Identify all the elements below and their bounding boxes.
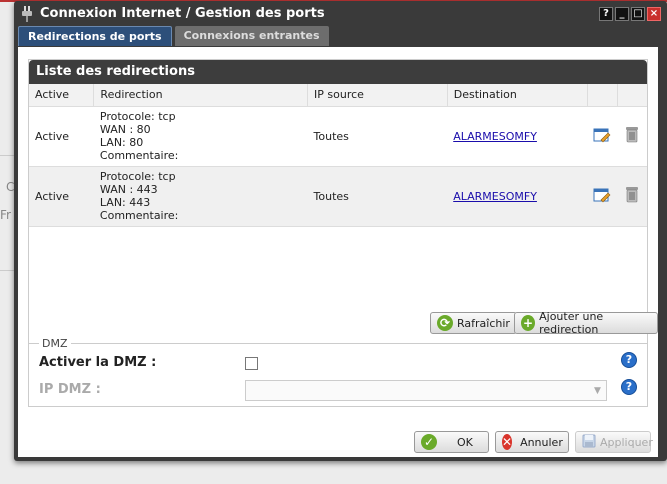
destination-link[interactable]: ALARMESOMFY — [453, 130, 537, 143]
refresh-icon: ⟳ — [437, 315, 453, 331]
destination-link[interactable]: ALARMESOMFY — [453, 190, 537, 203]
column-header-active: Active — [29, 84, 95, 107]
window-titlebar[interactable]: Connexion Internet / Gestion des ports — [14, 1, 667, 26]
maximize-button[interactable]: □ — [631, 7, 645, 21]
row-active: Active — [29, 166, 94, 227]
ok-button[interactable]: ✓ OK — [414, 431, 489, 453]
row-active: Active — [29, 106, 94, 167]
redirections-header: Liste des redirections — [29, 60, 647, 84]
redirections-table: Active Redirection IP source Destination… — [29, 84, 647, 227]
trash-icon[interactable] — [625, 127, 639, 146]
apply-label: Appliquer — [600, 435, 653, 449]
tab-content: Liste des redirections Active Redirectio… — [18, 47, 658, 457]
row-protocol: Protocole: tcp — [99, 110, 176, 123]
check-icon: ✓ — [421, 434, 437, 450]
apply-button[interactable]: Appliquer — [575, 431, 653, 453]
row-edit-cell — [587, 166, 618, 227]
dialog-window: Connexion Internet / Gestion des ports ?… — [14, 1, 667, 461]
help-icon[interactable]: ? — [621, 379, 637, 395]
chevron-down-icon: ▼ — [594, 385, 601, 396]
dmz-enable-label: Activer la DMZ : — [39, 355, 157, 370]
close-button[interactable]: × — [647, 7, 661, 21]
row-comment: Commentaire: — [99, 209, 179, 222]
column-header-redirection: Redirection — [93, 84, 309, 107]
column-header-ip-source: IP source — [307, 84, 448, 107]
table-row: Active Protocole: tcp WAN : 443 LAN: 443… — [29, 166, 647, 227]
window-controls: ? _ □ × — [599, 7, 661, 21]
column-header-destination: Destination — [447, 84, 588, 107]
cancel-icon: ✕ — [502, 434, 513, 450]
row-ip-source: Toutes — [307, 106, 448, 167]
redirections-panel: Liste des redirections Active Redirectio… — [28, 59, 648, 344]
row-protocol: Protocole: tcp — [99, 170, 176, 183]
row-destination-cell: ALARMESOMFY — [447, 166, 588, 227]
table-row: Active Protocole: tcp WAN : 80 LAN: 80 C… — [29, 106, 647, 167]
minimize-button[interactable]: _ — [615, 7, 629, 21]
add-redirection-label: Ajouter une redirection — [539, 310, 604, 336]
table-header-row: Active Redirection IP source Destination — [29, 84, 647, 107]
dmz-ip-select[interactable]: ▼ — [245, 380, 607, 401]
row-delete-cell — [617, 106, 647, 167]
row-redirection: Protocole: tcp WAN : 443 LAN: 443 Commen… — [93, 166, 308, 227]
tab-bar: Redirections de ports Connexions entrant… — [18, 26, 329, 46]
row-wan: WAN : 80 — [99, 123, 151, 136]
background-divider — [0, 270, 14, 271]
refresh-button[interactable]: ⟳ Rafraîchir — [430, 312, 517, 334]
cancel-label: Annuler — [520, 435, 563, 449]
trash-icon[interactable] — [625, 187, 639, 206]
row-delete-cell — [617, 166, 647, 227]
dmz-ip-label: IP DMZ : — [39, 382, 101, 397]
ok-label: OK — [457, 435, 473, 449]
add-icon: + — [521, 315, 536, 331]
background-divider — [0, 155, 14, 156]
row-lan: LAN: 80 — [99, 136, 144, 149]
dmz-fieldset: DMZ Activer la DMZ : ? IP DMZ : ▼ ? — [28, 337, 648, 407]
background-fragment: Fr — [0, 208, 11, 222]
edit-icon[interactable] — [593, 128, 611, 146]
row-edit-cell — [587, 106, 618, 167]
tab-incoming-connections[interactable]: Connexions entrantes — [174, 26, 329, 46]
save-icon — [582, 434, 596, 451]
refresh-label: Rafraîchir — [457, 316, 510, 330]
help-icon[interactable]: ? — [621, 352, 637, 368]
row-comment: Commentaire: — [99, 149, 179, 162]
add-redirection-button[interactable]: + Ajouter une redirection — [514, 310, 658, 336]
cancel-button[interactable]: ✕ Annuler — [495, 431, 569, 453]
column-header-edit — [587, 84, 618, 107]
window-title: Connexion Internet / Gestion des ports — [40, 6, 325, 21]
help-window-button[interactable]: ? — [599, 7, 613, 21]
tab-redirections[interactable]: Redirections de ports — [18, 26, 172, 46]
edit-icon[interactable] — [593, 188, 611, 206]
row-wan: WAN : 443 — [99, 183, 158, 196]
column-header-delete — [617, 84, 647, 107]
row-destination-cell: ALARMESOMFY — [447, 106, 588, 167]
row-lan: LAN: 443 — [99, 196, 151, 209]
network-plug-icon — [20, 5, 34, 22]
row-ip-source: Toutes — [307, 166, 448, 227]
dmz-legend: DMZ — [39, 337, 71, 350]
row-redirection: Protocole: tcp WAN : 80 LAN: 80 Commenta… — [93, 106, 308, 167]
dmz-enable-checkbox[interactable] — [245, 357, 258, 370]
